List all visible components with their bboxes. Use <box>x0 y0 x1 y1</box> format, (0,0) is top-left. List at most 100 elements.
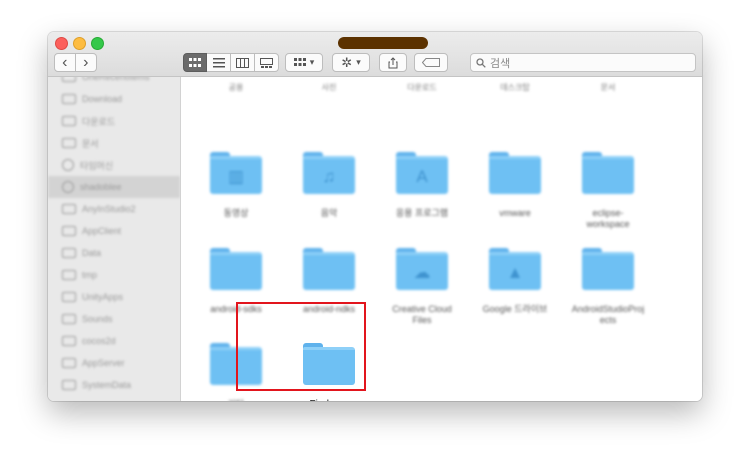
zoom-button[interactable] <box>91 37 104 50</box>
sidebar-item[interactable]: cocos2d <box>48 330 180 352</box>
search-icon <box>476 57 486 68</box>
folder-icon <box>62 358 76 368</box>
folder-label: 음악 <box>282 208 376 219</box>
action-button[interactable]: ✲ ▾ <box>332 53 370 72</box>
sidebar-item[interactable]: Data <box>48 242 180 264</box>
sidebar-item[interactable]: Sounds <box>48 308 180 330</box>
list-view-button[interactable] <box>207 53 231 72</box>
folder-label: 기타 <box>189 399 283 401</box>
folder-icon: ♫ <box>303 152 355 196</box>
nav-buttons: ‹ › <box>54 53 97 72</box>
folder-icon: ▥ <box>210 152 262 196</box>
close-button[interactable] <box>55 37 68 50</box>
folder-item[interactable]: ♫ 음악 <box>282 152 376 219</box>
sidebar-item[interactable]: AppServer <box>48 352 180 374</box>
sidebar-item[interactable]: shadoblee <box>48 176 180 198</box>
folder-label: 응용 프로그램 <box>375 208 469 219</box>
folder-icon <box>62 116 76 126</box>
folder-label: 동영상 <box>189 208 283 219</box>
folder-label: vmware <box>468 208 562 219</box>
folder-icon <box>303 248 355 292</box>
apps-icon: A <box>416 167 428 186</box>
folder-label: Google 드라이브 <box>468 304 562 315</box>
sidebar-item[interactable]: SystemData <box>48 374 180 396</box>
forward-button[interactable]: › <box>75 53 97 72</box>
drive-icon: ▲ <box>506 263 524 282</box>
share-icon <box>388 56 398 68</box>
sidebar-item[interactable]: 타임머신 <box>48 154 180 176</box>
folder-icon <box>582 248 634 292</box>
gear-icon: ✲ <box>341 54 353 70</box>
folder-item[interactable]: vmware <box>468 152 562 219</box>
folder-label-line: workspace <box>586 219 630 229</box>
sidebar-item-label: UnityApps <box>82 292 124 302</box>
folder-icon <box>62 248 76 258</box>
sidebar-item-label: 다운로드 <box>82 116 116 127</box>
sidebar: OneRecentItems Download 다운로드문서타임머신 shadoble… <box>48 77 181 401</box>
icon-view-button[interactable] <box>183 53 207 72</box>
tag-button[interactable] <box>414 53 448 72</box>
highlight-box <box>236 302 366 391</box>
folder-label-line: 음악 <box>320 208 338 218</box>
sidebar-item[interactable]: 문서 <box>48 132 180 154</box>
sidebar-item-label: AppServer <box>82 358 125 368</box>
folder-item[interactable]: ▲ Google 드라이브 <box>468 248 562 315</box>
cloud-icon: ☁ <box>413 263 431 282</box>
chevron-right-icon: › <box>83 53 89 71</box>
folder-label-line: Creative Cloud <box>392 304 452 314</box>
search-placeholder: 검색 <box>490 57 511 70</box>
gear-icon <box>62 159 74 171</box>
folder-item[interactable]: A 응용 프로그램 <box>375 152 469 219</box>
sidebar-item[interactable]: tmp <box>48 264 180 286</box>
folder-label: Firebase <box>282 399 376 401</box>
sidebar-item-label: 문서 <box>82 138 99 149</box>
sidebar-item[interactable]: UnityApps <box>48 286 180 308</box>
folder-label: 데스크탑 <box>500 83 530 92</box>
title-bar: ‹ › ▾ ✲ ▾ 검색 <box>48 32 702 77</box>
folder-icon <box>62 380 76 390</box>
folder-label-line: Google 드라이브 <box>482 304 548 314</box>
sidebar-item[interactable]: OneRecentItems <box>48 77 180 88</box>
sidebar-item-label: cocos2d <box>82 336 116 346</box>
sidebar-item-label: Data <box>82 248 102 258</box>
folder-icon <box>582 152 634 196</box>
folder-label-line: 응용 프로그램 <box>395 208 449 218</box>
column-view-button[interactable] <box>231 53 255 72</box>
share-button[interactable] <box>379 53 407 72</box>
arrange-button[interactable]: ▾ <box>285 53 323 72</box>
minimize-button[interactable] <box>73 37 86 50</box>
back-button[interactable]: ‹ <box>54 53 76 72</box>
folder-label: 사진 <box>321 83 337 92</box>
sidebar-item-label: Sounds <box>82 314 113 324</box>
folder-icon: A <box>396 152 448 196</box>
music-icon: ♫ <box>322 167 336 186</box>
folder-icon <box>489 152 541 196</box>
sidebar-item-label: AppClient <box>82 226 122 236</box>
folder-icon <box>62 204 76 214</box>
folder-item[interactable]: ▥ 동영상 <box>189 152 283 219</box>
sidebar-item[interactable]: Download <box>48 88 180 110</box>
folder-icon <box>62 270 76 280</box>
folder-item[interactable]: ☁ Creative Cloud Files <box>375 248 469 326</box>
sidebar-item-label: OneRecentItems <box>82 77 150 82</box>
sidebar-item[interactable]: AnyInStudio2 <box>48 198 180 220</box>
folder-icon <box>62 77 76 82</box>
folder-label-line: ects <box>599 315 617 325</box>
folder-icon <box>62 292 76 302</box>
folder-icon <box>62 94 76 104</box>
gallery-view-button[interactable] <box>255 53 279 72</box>
tag-icon <box>422 58 440 67</box>
finder-window: ‹ › ▾ ✲ ▾ 검색 OneRecentItems Download 다운로… <box>48 32 702 401</box>
columns-icon <box>236 57 249 68</box>
search-field[interactable]: 검색 <box>470 53 696 72</box>
chevron-left-icon: ‹ <box>62 53 68 71</box>
view-switcher <box>183 53 279 72</box>
folder-item[interactable]: AndroidStudioProj ects <box>561 248 655 326</box>
sidebar-item[interactable]: AppClient <box>48 220 180 242</box>
top-row-labels: 공용 사진 다운로드 데스크탑 문서 <box>181 82 702 94</box>
folder-label: 공용 <box>228 83 244 92</box>
sidebar-item-label: shadoblee <box>80 182 122 192</box>
folder-label-line: Files <box>412 315 432 325</box>
folder-item[interactable]: eclipse-workspace <box>561 152 655 230</box>
sidebar-item[interactable]: 다운로드 <box>48 110 180 132</box>
